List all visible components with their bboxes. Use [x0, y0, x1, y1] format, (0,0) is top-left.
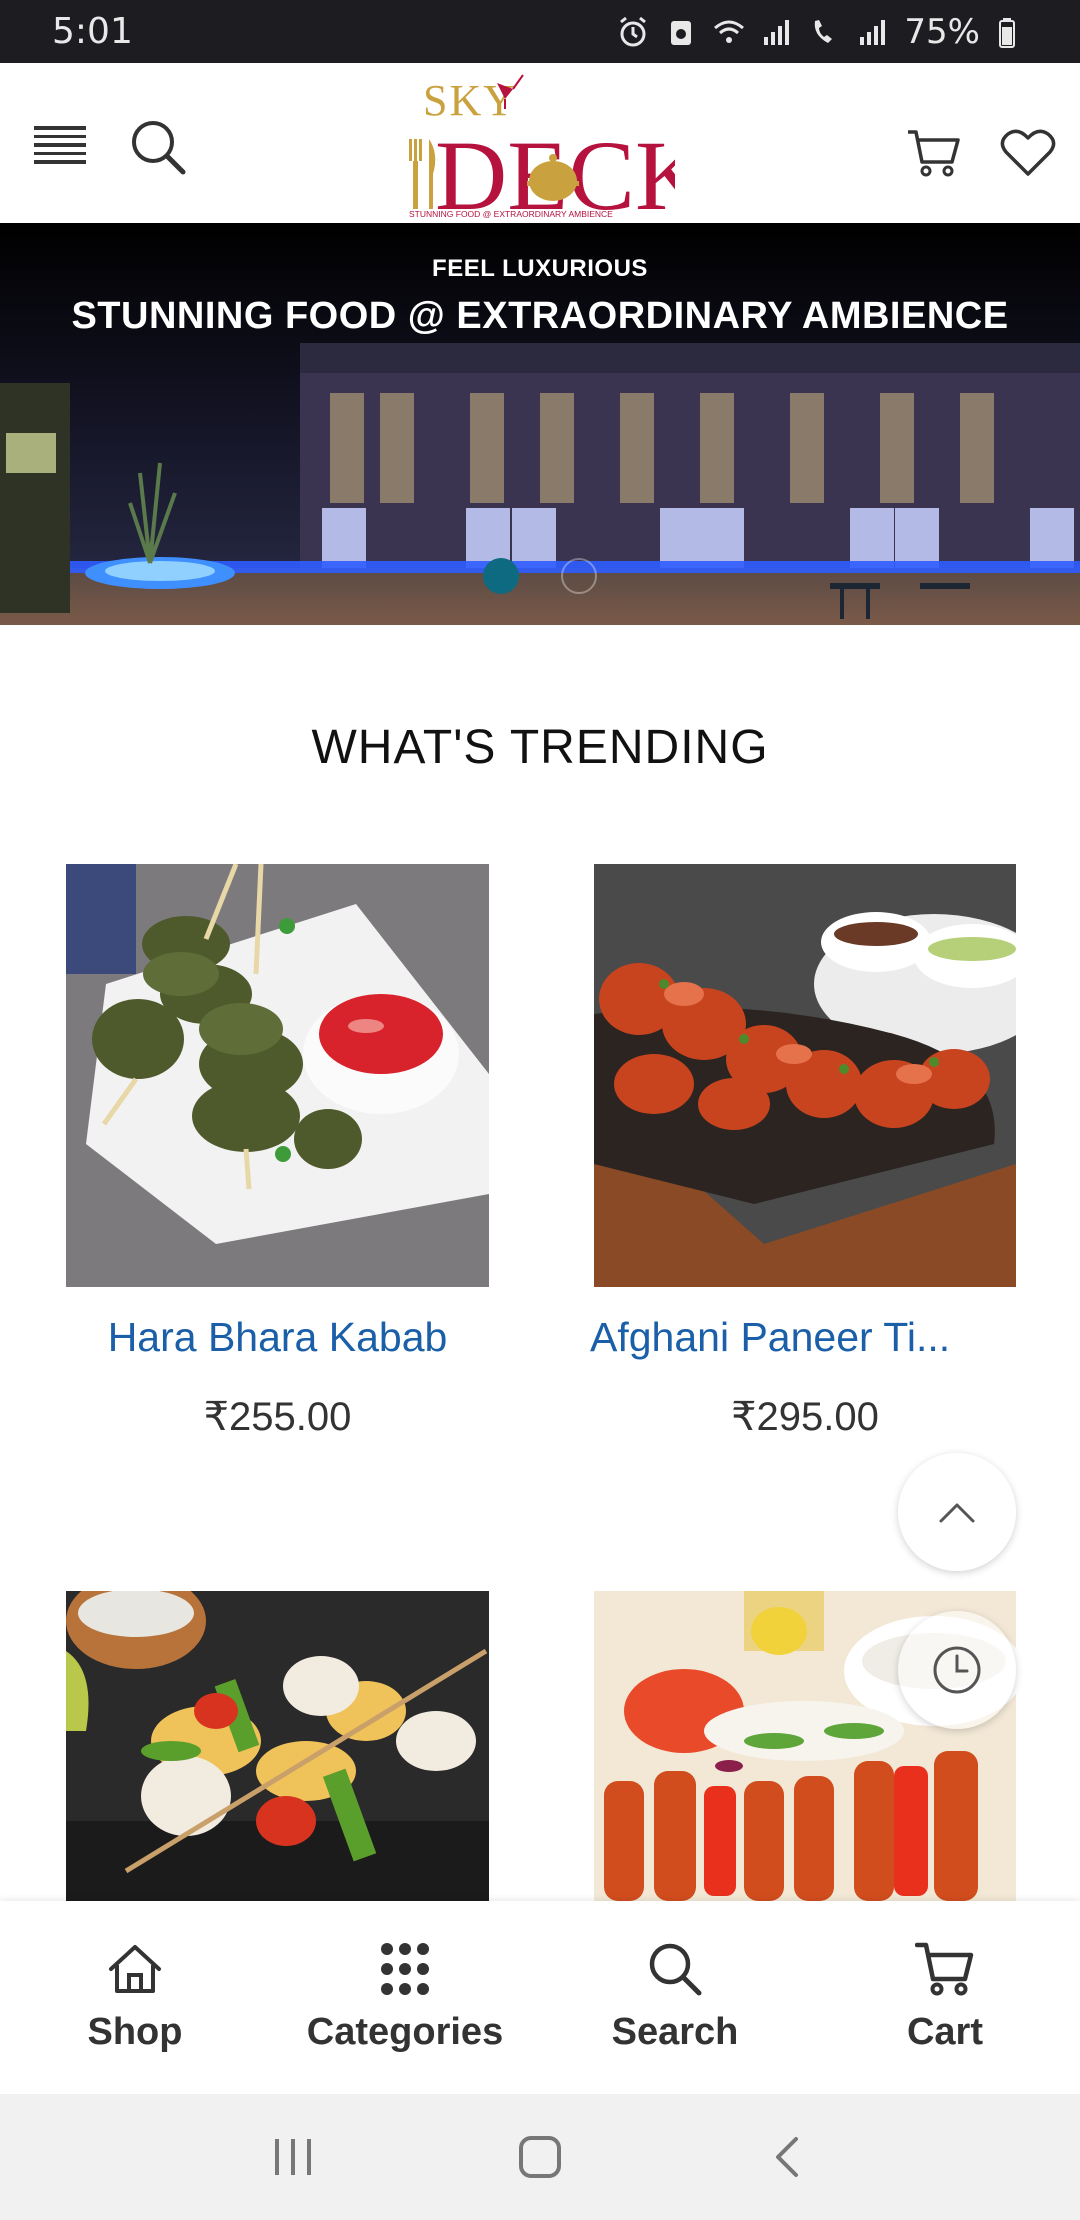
- product-name[interactable]: Hara Bhara Kabab: [66, 1314, 489, 1361]
- product-image-afghani-paneer-tikka[interactable]: [594, 864, 1016, 1287]
- hero-kicker: FEEL LUXURIOUS: [432, 255, 648, 282]
- header-search-button[interactable]: [126, 115, 190, 179]
- product-name[interactable]: Afghani Paneer Ti...: [590, 1314, 1000, 1361]
- nav-label: Shop: [87, 2011, 183, 2053]
- product-price: ₹295.00: [731, 1395, 879, 1439]
- alarm-icon: [616, 15, 650, 49]
- hero-banner[interactable]: FEEL LUXURIOUS STUNNING FOOD @ EXTRAORDI…: [0, 223, 1080, 625]
- cart-icon: [915, 1939, 975, 1999]
- wishlist-button[interactable]: [996, 121, 1060, 185]
- carousel-dot-1[interactable]: [483, 558, 519, 594]
- recent-apps-button[interactable]: [253, 2117, 333, 2197]
- fork-knife-icon: [409, 139, 436, 209]
- recent-apps-icon: [275, 2139, 312, 2175]
- app-header: SKY DECK STUNNING FOOD @ EXTRAORDINARY A…: [0, 63, 1080, 231]
- chevron-up-icon: [939, 1503, 975, 1523]
- product-image-3[interactable]: [66, 1591, 489, 1901]
- nav-label: Search: [611, 2011, 739, 2053]
- battery-icon: [994, 15, 1028, 49]
- header-cart-button[interactable]: [900, 121, 968, 185]
- search-icon: [645, 1939, 705, 1999]
- scroll-to-top-button[interactable]: [898, 1453, 1016, 1571]
- carousel-dot-2[interactable]: [561, 558, 597, 594]
- nav-label: Categories: [306, 2011, 504, 2053]
- skydeck-logo[interactable]: SKY DECK STUNNING FOOD @ EXTRAORDINARY A…: [405, 69, 707, 231]
- app-notification-icon: [664, 15, 698, 49]
- signal-icon: [760, 15, 794, 49]
- status-icons: 75%: [616, 12, 1028, 52]
- recently-viewed-button[interactable]: [898, 1611, 1016, 1729]
- logo-sky-text: SKY: [423, 76, 517, 125]
- nav-categories[interactable]: Categories: [270, 1901, 540, 2094]
- nav-shop[interactable]: Shop: [0, 1901, 270, 2094]
- product-image-hara-bhara-kabab[interactable]: [66, 864, 489, 1287]
- status-bar: 5:01 75%: [0, 0, 1080, 63]
- wifi-icon: [712, 15, 746, 49]
- back-icon: [775, 2137, 798, 2177]
- bottom-navigation: Shop Categories Search Cart: [0, 1901, 1080, 2094]
- heart-icon: [1000, 129, 1056, 176]
- home-square-icon: [518, 2136, 561, 2178]
- logo-tagline: STUNNING FOOD @ EXTRAORDINARY AMBIENCE: [409, 209, 613, 219]
- cart-icon: [908, 130, 960, 177]
- nav-label: Cart: [906, 2011, 984, 2053]
- grid-icon: [375, 1939, 435, 1999]
- battery-percent: 75%: [904, 11, 980, 52]
- menu-button[interactable]: [28, 113, 92, 177]
- home-icon: [105, 1939, 165, 1999]
- carousel-dots: [0, 558, 1080, 594]
- home-button[interactable]: [500, 2117, 580, 2197]
- status-time: 5:01: [52, 11, 133, 52]
- section-title-trending: WHAT'S TRENDING: [311, 721, 769, 774]
- system-navigation-bar: [0, 2094, 1080, 2220]
- menu-icon: [34, 126, 86, 164]
- back-button[interactable]: [747, 2117, 827, 2197]
- hero-title: STUNNING FOOD @ EXTRAORDINARY AMBIENCE: [71, 295, 1009, 337]
- clock-icon: [933, 1646, 981, 1694]
- nav-search[interactable]: Search: [540, 1901, 810, 2094]
- nav-cart[interactable]: Cart: [810, 1901, 1080, 2094]
- wifi-calling-icon: [808, 15, 842, 49]
- search-icon: [132, 121, 186, 175]
- product-price: ₹255.00: [203, 1395, 352, 1439]
- signal-icon-2: [856, 15, 890, 49]
